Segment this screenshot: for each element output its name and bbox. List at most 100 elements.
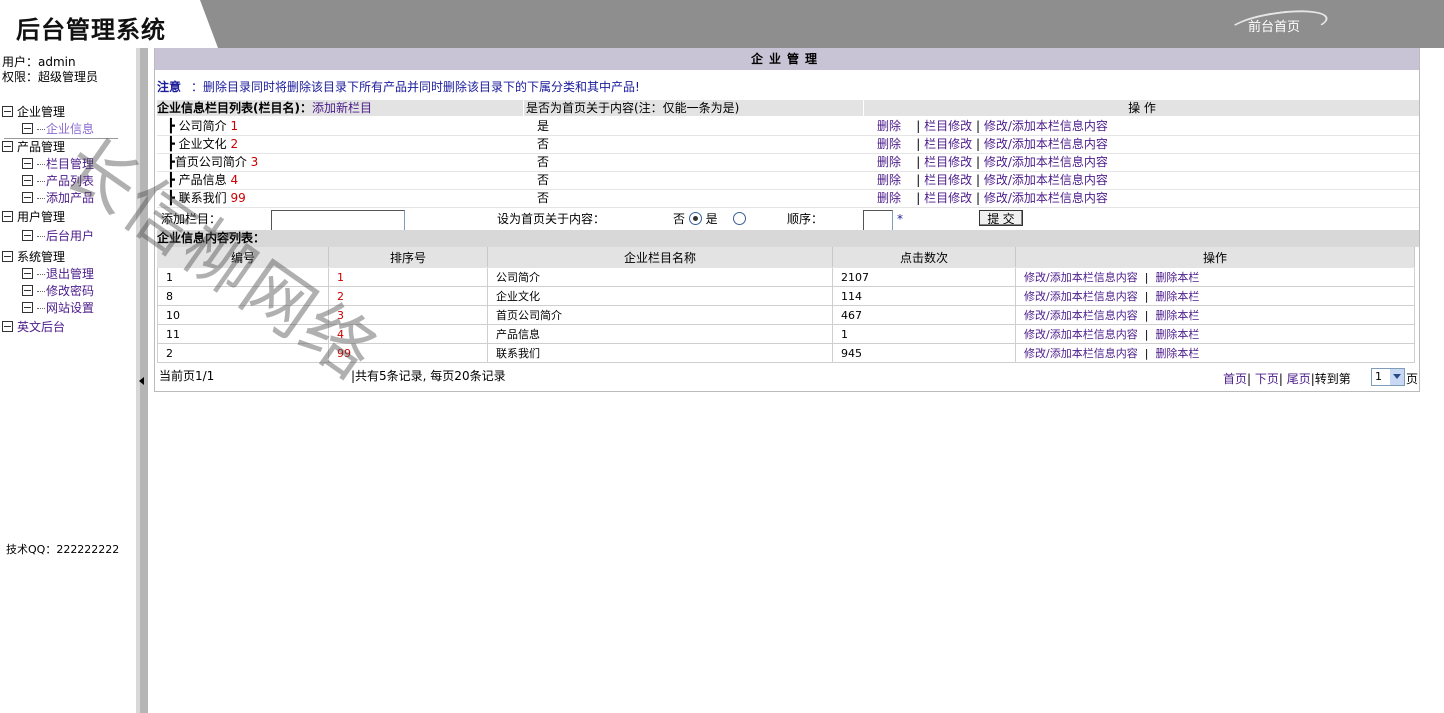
pager: 当前页1/1 |共有5条记录, 每页20条记录 首页| 下页| 尾页|转到第 1… xyxy=(157,365,1419,387)
edit-content-link[interactable]: 修改/添加本栏信息内容 xyxy=(1024,290,1138,303)
category-row: ┣ 产品信息 4 否 删除 | 栏目修改 | 修改/添加本栏信息内容 xyxy=(157,171,1419,190)
chevron-down-icon[interactable] xyxy=(1390,369,1404,385)
edit-column-link[interactable]: 栏目修改 xyxy=(924,191,972,205)
tree-item-logout[interactable]: 退出管理 xyxy=(22,265,94,282)
category-header-home: 是否为首页关于内容(注：仅能一条为是) xyxy=(523,100,739,116)
collapse-icon xyxy=(22,175,33,186)
delete-column-link[interactable]: 删除本栏 xyxy=(1155,309,1199,322)
delete-column-link[interactable]: 删除本栏 xyxy=(1155,271,1199,284)
tree-item-product-list[interactable]: 产品列表 xyxy=(22,172,94,189)
tree-item-site-settings[interactable]: 网站设置 xyxy=(22,299,94,316)
record-summary: |共有5条记录, 每页20条记录 xyxy=(351,369,506,383)
system-title: 后台管理系统 xyxy=(16,15,166,44)
tree-item-change-password[interactable]: 修改密码 xyxy=(22,282,94,299)
category-table-header: 企业信息栏目列表(栏目名)：添加新栏目 是否为首页关于内容(注：仅能一条为是) … xyxy=(157,100,1419,116)
tech-qq: 技术QQ：222222222 xyxy=(6,543,120,556)
tree-item-english-backend[interactable]: 英文后台 xyxy=(2,318,65,335)
notice-text: ：删除目录同时将删除该目录下所有产品并同时删除该目录下的下属分类和其中产品! xyxy=(191,80,640,94)
edit-content-link[interactable]: 修改/添加本栏信息内容 xyxy=(984,173,1108,187)
collapse-icon xyxy=(22,268,33,279)
notice-label: 注意 xyxy=(157,80,182,94)
required-mark: * xyxy=(897,212,903,226)
delete-column-link[interactable]: 删除本栏 xyxy=(1155,328,1199,341)
edit-content-link[interactable]: 修改/添加本栏信息内容 xyxy=(984,137,1108,151)
radio-yes[interactable] xyxy=(732,212,746,225)
tree-item-column-manage[interactable]: 栏目管理 xyxy=(22,155,94,172)
table-row: 2 99 联系我们 945 修改/添加本栏信息内容 | 删除本栏 xyxy=(157,343,1415,363)
radio-no[interactable] xyxy=(688,212,702,225)
collapse-icon xyxy=(22,230,33,241)
collapse-icon xyxy=(22,158,33,169)
tree-item-add-product[interactable]: 添加产品 xyxy=(22,189,94,206)
page-suffix: 页 xyxy=(1406,372,1419,386)
frontend-home-link[interactable]: 前台首页 xyxy=(1226,5,1330,45)
last-page-link[interactable]: 尾页 xyxy=(1287,372,1311,386)
collapse-icon xyxy=(22,302,33,313)
edit-content-link[interactable]: 修改/添加本栏信息内容 xyxy=(984,119,1108,133)
frontend-home-label: 前台首页 xyxy=(1248,20,1301,35)
content-list-title: 企业信息内容列表： xyxy=(157,230,1419,247)
collapse-icon[interactable] xyxy=(2,251,13,262)
edit-content-link[interactable]: 修改/添加本栏信息内容 xyxy=(1024,309,1138,322)
tree-group-users[interactable]: 用户管理 xyxy=(2,208,65,225)
delete-column-link[interactable]: 删除本栏 xyxy=(1155,290,1199,303)
current-page: 当前页1/1 xyxy=(159,369,215,383)
edit-column-link[interactable]: 栏目修改 xyxy=(924,173,972,187)
edit-column-link[interactable]: 栏目修改 xyxy=(924,155,972,169)
delete-link[interactable]: 删除 xyxy=(877,119,901,133)
submit-button[interactable]: 提 交 xyxy=(979,210,1023,226)
tree-item-enterprise-info[interactable]: 企业信息 xyxy=(22,120,94,137)
delete-column-link[interactable]: 删除本栏 xyxy=(1155,347,1199,360)
sidebar-splitter[interactable] xyxy=(136,48,148,713)
order-input[interactable] xyxy=(863,210,893,231)
delete-link[interactable]: 删除 xyxy=(877,137,901,151)
first-page-link[interactable]: 首页 xyxy=(1223,372,1247,386)
tree-group-products[interactable]: 产品管理 xyxy=(2,138,65,155)
table-row: 11 4 产品信息 1 修改/添加本栏信息内容 | 删除本栏 xyxy=(157,324,1415,344)
collapse-icon xyxy=(22,192,33,203)
edit-content-link[interactable]: 修改/添加本栏信息内容 xyxy=(984,155,1108,169)
top-header: 后台管理系统 前台首页 xyxy=(0,0,1444,48)
delete-link[interactable]: 删除 xyxy=(877,155,901,169)
collapse-icon[interactable] xyxy=(2,141,13,152)
edit-column-link[interactable]: 栏目修改 xyxy=(924,137,972,151)
add-column-label: 添加栏目： xyxy=(161,212,222,226)
notice: 注意 ：删除目录同时将删除该目录下所有产品并同时删除该目录下的下属分类和其中产品! xyxy=(157,78,640,95)
table-row: 1 1 公司简介 2107 修改/添加本栏信息内容 | 删除本栏 xyxy=(157,267,1415,287)
delete-link[interactable]: 删除 xyxy=(877,191,901,205)
tree-group-system[interactable]: 系统管理 xyxy=(2,248,65,265)
goto-label: |转到第 xyxy=(1310,372,1351,386)
table-row: 10 3 首页公司简介 467 修改/添加本栏信息内容 | 删除本栏 xyxy=(157,305,1415,325)
category-header-ops: 操 作 xyxy=(863,100,1420,116)
category-row: ┣ 公司简介 1 是 删除 | 栏目修改 | 修改/添加本栏信息内容 xyxy=(157,117,1419,136)
collapse-arrow-icon[interactable] xyxy=(139,377,144,385)
edit-content-link[interactable]: 修改/添加本栏信息内容 xyxy=(1024,328,1138,341)
role-info: 权限：超级管理员 xyxy=(2,70,99,84)
edit-content-link[interactable]: 修改/添加本栏信息内容 xyxy=(1024,271,1138,284)
next-page-link[interactable]: 下页 xyxy=(1255,372,1279,386)
edit-content-link[interactable]: 修改/添加本栏信息内容 xyxy=(984,191,1108,205)
home-radio-group: 否 是 xyxy=(673,208,746,230)
category-row: ┣首页公司简介 3 否 删除 | 栏目修改 | 修改/添加本栏信息内容 xyxy=(157,153,1419,172)
panel-title: 企业管理 xyxy=(155,48,1419,70)
tree-group-enterprise[interactable]: 企业管理 xyxy=(2,103,65,120)
sidebar: 用户：admin 权限：超级管理员 企业管理 企业信息 产品管理 栏目管理 产品… xyxy=(0,48,136,713)
page-select[interactable]: 1 xyxy=(1371,368,1405,386)
content-table: 编号 排序号 企业栏目名称 点击数次 操作 1 1 公司简介 2107 修改/添… xyxy=(157,247,1415,363)
category-header-title: 企业信息栏目列表(栏目名)： xyxy=(157,101,312,115)
tree-item-backend-users[interactable]: 后台用户 xyxy=(22,227,94,244)
category-row: ┣ 联系我们 99 否 删除 | 栏目修改 | 修改/添加本栏信息内容 xyxy=(157,189,1419,208)
collapse-icon xyxy=(2,321,13,332)
column-name-input[interactable] xyxy=(271,210,405,231)
category-row: ┣ 企业文化 2 否 删除 | 栏目修改 | 修改/添加本栏信息内容 xyxy=(157,135,1419,154)
edit-content-link[interactable]: 修改/添加本栏信息内容 xyxy=(1024,347,1138,360)
collapse-icon[interactable] xyxy=(2,211,13,222)
collapse-icon[interactable] xyxy=(2,106,13,117)
delete-link[interactable]: 删除 xyxy=(877,173,901,187)
collapse-icon xyxy=(22,285,33,296)
collapse-icon xyxy=(22,123,33,134)
edit-column-link[interactable]: 栏目修改 xyxy=(924,119,972,133)
table-row: 8 2 企业文化 114 修改/添加本栏信息内容 | 删除本栏 xyxy=(157,286,1415,306)
logo-area: 后台管理系统 xyxy=(0,0,218,48)
add-new-column-link[interactable]: 添加新栏目 xyxy=(312,101,372,115)
